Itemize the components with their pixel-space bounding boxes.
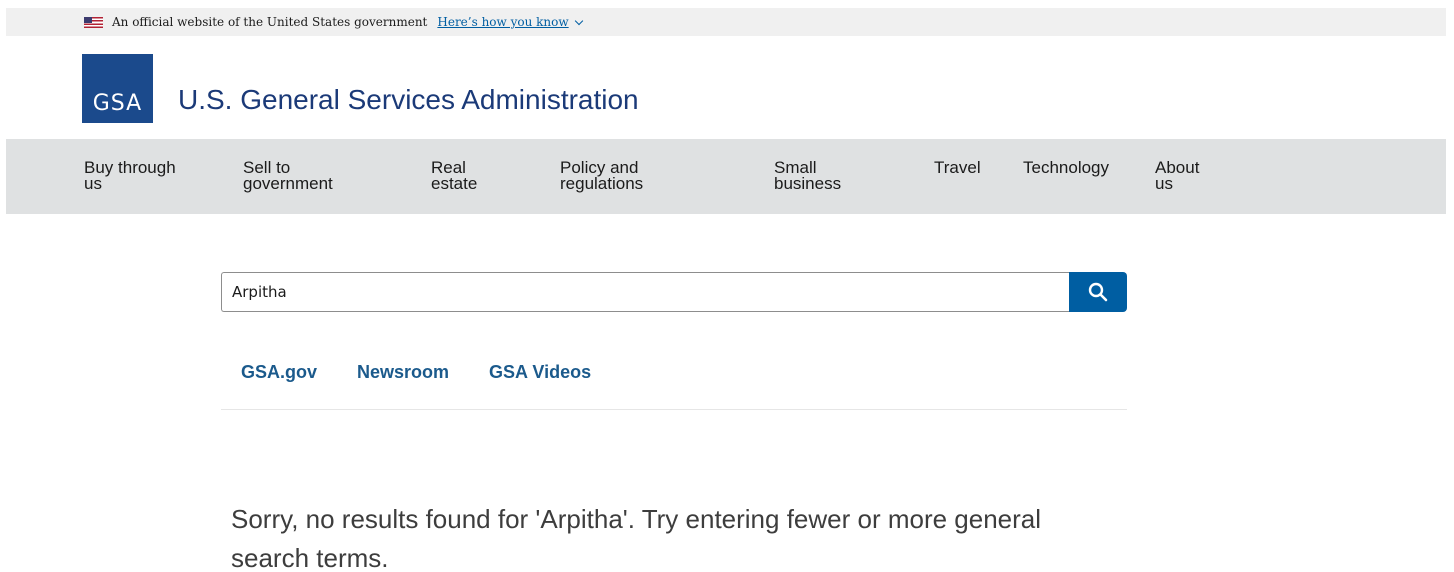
banner-link-label: Here’s how you know: [437, 15, 569, 29]
tab-newsroom[interactable]: Newsroom: [357, 362, 449, 383]
page: An official website of the United States…: [0, 0, 1454, 572]
nav-item-travel[interactable]: Travel: [934, 159, 981, 176]
site-header: GSA U.S. General Services Administration: [82, 54, 639, 123]
search-button[interactable]: [1069, 272, 1127, 312]
primary-nav: Buy through us Sell to government Real e…: [6, 139, 1446, 214]
tab-gsa-videos[interactable]: GSA Videos: [489, 362, 591, 383]
chevron-down-icon: [574, 16, 583, 25]
no-results-message: Sorry, no results found for 'Arpitha'. T…: [231, 504, 1042, 572]
search-form: [221, 272, 1127, 312]
tab-gsa-gov[interactable]: GSA.gov: [241, 362, 317, 383]
site-title[interactable]: U.S. General Services Administration: [178, 84, 639, 116]
banner-text: An official website of the United States…: [112, 15, 428, 29]
nav-item-policy-and-regulations[interactable]: Policy and regulations: [560, 159, 643, 192]
heres-how-you-know-link[interactable]: Here’s how you know: [437, 15, 583, 29]
nav-item-about-us[interactable]: About us: [1155, 159, 1199, 192]
nav-item-technology[interactable]: Technology: [1023, 159, 1109, 176]
nav-item-small-business[interactable]: Small business: [774, 159, 841, 192]
search-scope-tabs: GSA.gov Newsroom GSA Videos: [221, 362, 1127, 410]
search-icon: [1088, 282, 1108, 302]
nav-item-sell-to-government[interactable]: Sell to government: [243, 159, 333, 192]
us-flag-icon: [84, 16, 103, 28]
gsa-logo[interactable]: GSA: [82, 54, 153, 123]
official-gov-banner: An official website of the United States…: [6, 8, 1446, 36]
logo-text: GSA: [92, 91, 143, 116]
nav-item-buy-through-us[interactable]: Buy through us: [84, 159, 176, 192]
search-input[interactable]: [221, 272, 1069, 312]
nav-item-real-estate[interactable]: Real estate: [431, 159, 477, 192]
